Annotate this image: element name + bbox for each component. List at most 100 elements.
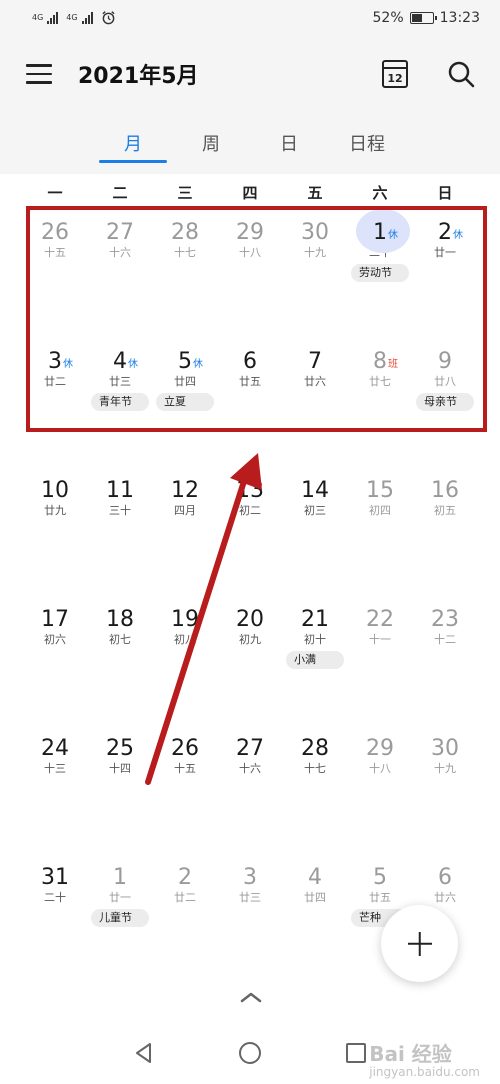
day-cell[interactable]: 19 初八 <box>155 592 215 692</box>
weekday-label: 五 <box>307 184 323 202</box>
page-title: 2021年5月 <box>78 64 199 89</box>
day-cell[interactable]: 14 初三 <box>285 463 345 563</box>
watermark-brand: Bai 经验 <box>369 1042 452 1066</box>
day-cell[interactable]: 30 十九 <box>415 721 475 821</box>
menu-icon[interactable] <box>26 64 52 86</box>
day-cell[interactable]: 16 初五 <box>415 463 475 563</box>
day-cell[interactable]: 1 廿一 <box>90 850 150 950</box>
day-cell[interactable]: 10 廿九 <box>25 463 85 563</box>
day-number-text: 22 <box>366 607 394 632</box>
lunar-date: 廿四 <box>304 891 326 904</box>
day-number-text: 28 <box>301 736 329 761</box>
day-number-text: 16 <box>431 478 459 503</box>
view-tabs: 月 周 日 日程 <box>0 110 500 174</box>
day-number-text: 3 <box>243 865 257 890</box>
day-number-text: 30 <box>431 736 459 761</box>
day-number: 13 <box>236 478 264 504</box>
day-number-text: 27 <box>236 736 264 761</box>
back-icon[interactable] <box>132 1041 156 1065</box>
day-cell[interactable]: 29 十八 <box>350 721 410 821</box>
lunar-date: 廿三 <box>239 891 261 904</box>
day-cell[interactable]: 25 十四 <box>90 721 150 821</box>
day-number: 17 <box>41 607 69 633</box>
day-cell[interactable]: 12 四月 <box>155 463 215 563</box>
day-cell[interactable]: 3 廿三 <box>220 850 280 950</box>
lunar-date: 十三 <box>44 762 66 775</box>
day-cell[interactable]: 27 十六 <box>220 721 280 821</box>
today-calendar-day: 12 <box>387 72 403 85</box>
day-number-text: 5 <box>373 865 387 890</box>
active-tab-indicator <box>99 160 167 163</box>
day-cell[interactable]: 11 三十 <box>90 463 150 563</box>
day-number-text: 14 <box>301 478 329 503</box>
battery-icon <box>409 12 437 24</box>
lunar-date: 十六 <box>239 762 261 775</box>
day-cell[interactable]: 18 初七 <box>90 592 150 692</box>
home-icon[interactable] <box>238 1041 262 1065</box>
status-left: 4G 4G <box>32 10 116 25</box>
day-number-text: 20 <box>236 607 264 632</box>
lunar-date: 初十 <box>304 633 326 646</box>
day-cell[interactable]: 15 初四 <box>350 463 410 563</box>
status-right: 52% 13:23 <box>373 10 480 26</box>
day-number-text: 26 <box>171 736 199 761</box>
lunar-date: 十一 <box>369 633 391 646</box>
day-cell[interactable]: 4 廿四 <box>285 850 345 950</box>
lunar-date: 初八 <box>174 633 196 646</box>
app-bar: 2021年5月 12 <box>0 40 500 110</box>
lunar-date: 初九 <box>239 633 261 646</box>
tab-week[interactable]: 周 <box>176 130 246 156</box>
day-number-text: 10 <box>41 478 69 503</box>
lunar-date: 四月 <box>174 504 196 517</box>
chevron-up-icon[interactable] <box>239 990 263 1004</box>
lunar-date: 廿一 <box>109 891 131 904</box>
lunar-date: 初七 <box>109 633 131 646</box>
network-label-2: 4G <box>66 13 78 22</box>
lunar-date: 三十 <box>109 504 131 517</box>
day-number-text: 2 <box>178 865 192 890</box>
tab-schedule[interactable]: 日程 <box>332 130 402 156</box>
day-cell[interactable]: 28 十七 <box>285 721 345 821</box>
day-number: 14 <box>301 478 329 504</box>
day-cell[interactable]: 26 十五 <box>155 721 215 821</box>
day-cell[interactable]: 2 廿二 <box>155 850 215 950</box>
day-number-text: 25 <box>106 736 134 761</box>
day-cell[interactable]: 21 初十 <box>285 592 345 692</box>
day-cell[interactable]: 22 十一 <box>350 592 410 692</box>
holiday-label[interactable]: 儿童节 <box>91 909 149 927</box>
lunar-date: 十四 <box>109 762 131 775</box>
battery-fill <box>411 14 422 22</box>
lunar-date: 廿二 <box>174 891 196 904</box>
lunar-date: 廿六 <box>434 891 456 904</box>
tab-day[interactable]: 日 <box>254 130 324 156</box>
lunar-date: 二十 <box>44 891 66 904</box>
today-calendar-icon[interactable]: 12 <box>382 60 408 88</box>
day-number-text: 24 <box>41 736 69 761</box>
day-cell[interactable]: 23 十二 <box>415 592 475 692</box>
day-cell[interactable]: 20 初九 <box>220 592 280 692</box>
watermark-url: jingyan.baidu.com <box>369 1065 480 1079</box>
search-icon[interactable] <box>447 60 475 88</box>
day-number: 3 <box>243 865 257 891</box>
day-number-text: 12 <box>171 478 199 503</box>
signal-icon-2 <box>81 11 93 24</box>
day-number: 2 <box>178 865 192 891</box>
day-number-text: 1 <box>113 865 127 890</box>
day-cell[interactable]: 31 二十 <box>25 850 85 950</box>
day-number-text: 15 <box>366 478 394 503</box>
holiday-label[interactable]: 小满 <box>286 651 344 669</box>
tab-month[interactable]: 月 <box>98 130 168 156</box>
lunar-date: 十七 <box>304 762 326 775</box>
recents-icon[interactable] <box>344 1041 368 1065</box>
day-number: 11 <box>106 478 134 504</box>
weekday-label: 一 <box>47 184 63 202</box>
day-cell[interactable]: 13 初二 <box>220 463 280 563</box>
lunar-date: 十二 <box>434 633 456 646</box>
lunar-date: 十九 <box>434 762 456 775</box>
day-number: 20 <box>236 607 264 633</box>
add-event-button[interactable] <box>381 905 458 982</box>
day-cell[interactable]: 17 初六 <box>25 592 85 692</box>
annotation-highlight-box <box>26 206 487 432</box>
lunar-date: 廿九 <box>44 504 66 517</box>
day-cell[interactable]: 24 十三 <box>25 721 85 821</box>
